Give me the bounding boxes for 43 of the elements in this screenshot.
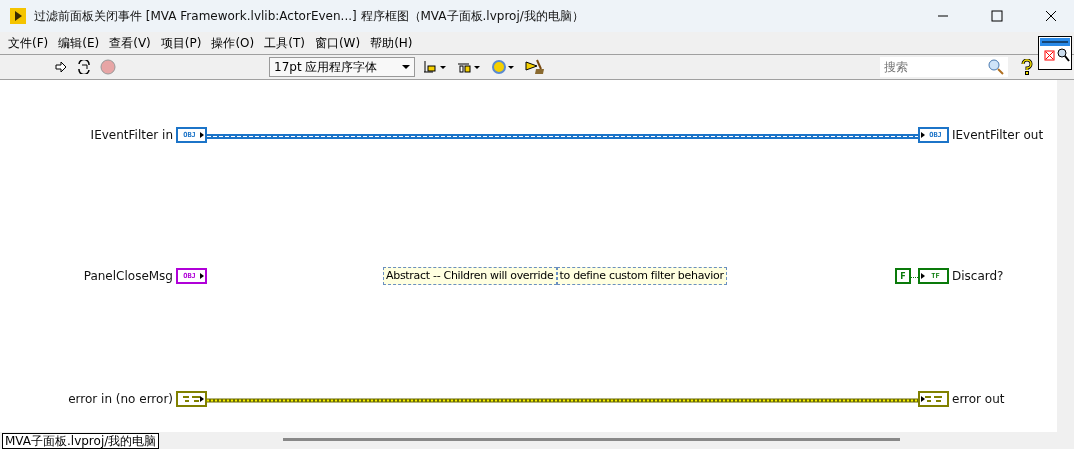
menu-item[interactable]: 操作(O) [206, 34, 260, 52]
terminal-label: IEventFilter in [90, 127, 173, 143]
arrow-icon [921, 396, 925, 402]
maximize-icon[interactable] [991, 10, 1003, 22]
cluster-icon [923, 395, 944, 403]
terminal-label: IEventFilter out [952, 127, 1044, 143]
caret-icon [402, 65, 410, 69]
distribute-objects-icon[interactable] [457, 60, 481, 74]
cluster-icon [181, 395, 202, 403]
terminal-label: Discard? [952, 268, 1004, 284]
connector-pane-icon [1038, 36, 1072, 70]
app-logo-icon [10, 8, 26, 24]
arrow-icon [200, 132, 204, 138]
align-objects-icon[interactable] [423, 60, 447, 74]
font-dropdown[interactable]: 17pt 应用程序字体 [269, 57, 415, 77]
menu-item[interactable]: 项目(P) [155, 34, 207, 52]
menu-item[interactable]: 帮助(H) [365, 34, 418, 52]
boolean-wire [911, 275, 918, 280]
context-label: MVA子面板.lvproj/我的电脑 [2, 432, 160, 449]
comment-text: Abstract -- Children will override [383, 267, 557, 285]
terminal-label: PanelCloseMsg [83, 268, 173, 284]
help-icon[interactable] [1020, 59, 1034, 75]
menu-item[interactable]: 工具(T) [259, 34, 310, 52]
search-icon[interactable] [988, 59, 1004, 75]
horizontal-scrollbar[interactable] [283, 438, 900, 441]
arrow-icon [921, 132, 925, 138]
false-constant: F [895, 268, 911, 284]
terminal-label: error out [952, 391, 1005, 407]
cleanup-broom-icon[interactable] [525, 59, 545, 75]
menu-item[interactable]: 文件(F) [3, 34, 54, 52]
close-icon[interactable] [1045, 10, 1057, 22]
run-arrow-icon[interactable] [54, 60, 68, 74]
menu-item[interactable]: 编辑(E) [53, 34, 105, 52]
arrow-icon [200, 273, 204, 279]
search-field[interactable]: 搜索 [880, 57, 1008, 77]
arrow-icon [200, 396, 204, 402]
menu-item[interactable]: 窗口(W) [309, 34, 366, 52]
comment-text: to define custom filter behavior [556, 267, 727, 285]
arrow-icon [921, 273, 925, 279]
menu-item[interactable]: 查看(V) [104, 34, 156, 52]
terminal-label: error in (no error) [68, 391, 173, 407]
vertical-scrollbar[interactable] [1057, 80, 1074, 432]
window-title: 过滤前面板关闭事件 [MVA Framework.lvlib:ActorEven...] 程序框图（MVA子面板.lvproj/我的电脑） [34, 7, 585, 25]
